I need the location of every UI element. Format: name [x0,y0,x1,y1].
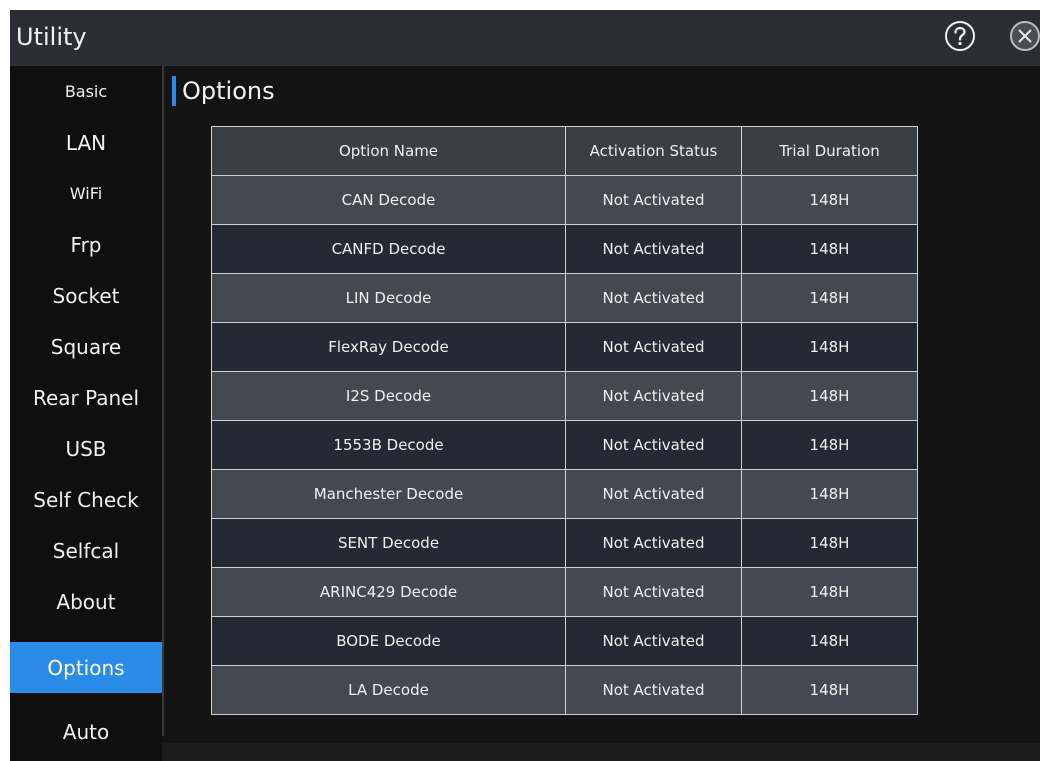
option-name-cell: CANFD Decode [211,224,566,274]
sidebar: Basic LAN WiFi Frp Socket Square Rear Pa… [10,66,162,761]
trial-duration-cell: 148H [741,420,918,470]
title-accent-bar [172,76,176,106]
title-bar: Utility [10,10,1040,66]
sidebar-item-selfcal[interactable]: Selfcal [10,525,162,576]
sidebar-item-auto[interactable]: Auto [10,706,162,757]
sidebar-item-basic[interactable]: Basic [10,66,162,117]
trial-duration-cell: 148H [741,273,918,323]
option-name-cell: 1553B Decode [211,420,566,470]
option-name-cell: LA Decode [211,665,566,715]
close-button[interactable] [1009,20,1040,52]
trial-duration-cell: 148H [741,175,918,225]
sidebar-item-wifi[interactable]: WiFi [10,168,162,219]
table-row[interactable]: FlexRay Decode Not Activated 148H [211,322,918,372]
trial-duration-cell: 148H [741,322,918,372]
trial-duration-cell: 148H [741,518,918,568]
option-name-cell: Manchester Decode [211,469,566,519]
sidebar-item-lan[interactable]: LAN [10,117,162,168]
page-title-text: Options [182,77,275,105]
sidebar-item-rear-panel[interactable]: Rear Panel [10,372,162,423]
option-name-cell: I2S Decode [211,371,566,421]
question-circle-icon [945,21,975,51]
sidebar-item-usb[interactable]: USB [10,423,162,474]
trial-duration-cell: 148H [741,665,918,715]
option-name-cell: SENT Decode [211,518,566,568]
sidebar-item-about[interactable]: About [10,576,162,627]
activation-status-cell: Not Activated [565,273,742,323]
table-row[interactable]: ARINC429 Decode Not Activated 148H [211,567,918,617]
trial-duration-cell: 148H [741,469,918,519]
help-button[interactable] [944,20,976,52]
trial-duration-cell: 148H [741,616,918,666]
table-row[interactable]: CAN Decode Not Activated 148H [211,175,918,225]
table-row[interactable]: LIN Decode Not Activated 148H [211,273,918,323]
utility-window: Utility Basic LAN WiFi Frp Socket Square… [10,10,1040,761]
window-title: Utility [16,23,87,51]
trial-duration-cell: 148H [741,567,918,617]
activation-status-cell: Not Activated [565,371,742,421]
sidebar-divider [162,66,164,736]
activation-status-cell: Not Activated [565,665,742,715]
activation-status-cell: Not Activated [565,175,742,225]
trial-duration-cell: 148H [741,371,918,421]
option-name-cell: CAN Decode [211,175,566,225]
activation-status-cell: Not Activated [565,469,742,519]
trial-duration-cell: 148H [741,224,918,274]
activation-status-cell: Not Activated [565,322,742,372]
sidebar-item-socket[interactable]: Socket [10,270,162,321]
option-name-cell: FlexRay Decode [211,322,566,372]
sidebar-item-self-check[interactable]: Self Check [10,474,162,525]
activation-status-cell: Not Activated [565,567,742,617]
sidebar-item-options[interactable]: Options [10,642,162,693]
table-row[interactable]: Manchester Decode Not Activated 148H [211,469,918,519]
column-header-trial-duration: Trial Duration [741,126,918,176]
bottom-strip [162,743,1040,761]
table-row[interactable]: SENT Decode Not Activated 148H [211,518,918,568]
option-name-cell: ARINC429 Decode [211,567,566,617]
column-header-option-name: Option Name [211,126,566,176]
table-row[interactable]: I2S Decode Not Activated 148H [211,371,918,421]
activation-status-cell: Not Activated [565,518,742,568]
column-header-activation-status: Activation Status [565,126,742,176]
activation-status-cell: Not Activated [565,420,742,470]
close-circle-icon [1010,21,1040,51]
table-header-row: Option Name Activation Status Trial Dura… [211,126,918,176]
page-title: Options [172,74,275,108]
activation-status-cell: Not Activated [565,224,742,274]
table-row[interactable]: BODE Decode Not Activated 148H [211,616,918,666]
option-name-cell: BODE Decode [211,616,566,666]
sidebar-item-square[interactable]: Square [10,321,162,372]
sidebar-item-frp[interactable]: Frp [10,219,162,270]
option-name-cell: LIN Decode [211,273,566,323]
table-row[interactable]: CANFD Decode Not Activated 148H [211,224,918,274]
table-row[interactable]: 1553B Decode Not Activated 148H [211,420,918,470]
options-table: Option Name Activation Status Trial Dura… [211,126,918,715]
activation-status-cell: Not Activated [565,616,742,666]
table-row[interactable]: LA Decode Not Activated 148H [211,665,918,715]
